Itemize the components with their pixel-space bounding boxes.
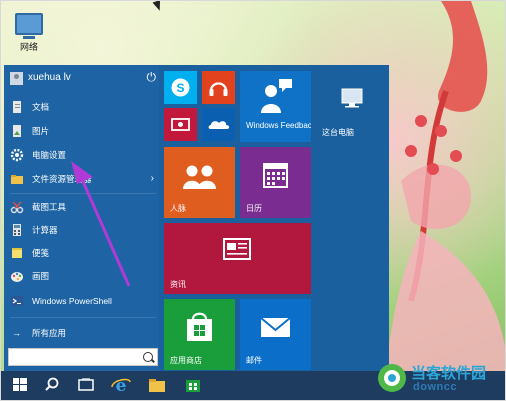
menu-item-calculator[interactable]: 计算器	[8, 220, 158, 240]
mail-tile[interactable]: 邮件	[240, 299, 311, 370]
folder-icon	[149, 379, 165, 392]
watermark-logo-icon	[378, 364, 406, 392]
task-view-button[interactable]	[73, 374, 99, 396]
search-box[interactable]	[8, 348, 158, 366]
user-avatar-icon	[10, 72, 23, 85]
mail-envelope-icon	[260, 317, 291, 337]
music-tile[interactable]	[202, 71, 235, 104]
store-taskbar-button[interactable]	[180, 374, 206, 396]
people-tile[interactable]: 人脉	[164, 147, 235, 218]
all-apps-label: 所有应用	[32, 328, 67, 338]
menu-divider	[10, 193, 156, 194]
power-icon[interactable]: ⏻	[147, 70, 157, 85]
menu-item-label: 计算器	[32, 225, 58, 235]
menu-item-label: 截图工具	[32, 202, 67, 212]
chevron-right-icon[interactable]: ›	[151, 169, 154, 189]
svg-text:S: S	[176, 81, 184, 95]
calendar-icon	[263, 163, 288, 188]
this-pc-label: 这台电脑	[322, 128, 354, 137]
user-account-row[interactable]: xuehua lv ⏻	[10, 69, 156, 89]
all-apps-button[interactable]: → 所有应用	[8, 323, 158, 343]
people-icon	[183, 165, 216, 189]
menu-item-label: 文档	[32, 102, 50, 112]
menu-item-label: 便笺	[32, 248, 50, 258]
computer-monitor-icon	[341, 88, 363, 108]
store-label: 应用商店	[170, 356, 202, 365]
store-bag-icon	[186, 380, 200, 392]
sticky-notes-icon	[12, 248, 22, 258]
news-icon	[223, 238, 251, 260]
watermark-url: downcc	[413, 381, 457, 393]
news-label: 资讯	[170, 280, 186, 289]
network-icon	[15, 13, 43, 35]
onedrive-cloud-icon	[208, 121, 230, 129]
menu-item-windows-powershell[interactable]: Windows PowerShell	[8, 291, 158, 311]
taskbar-search-button[interactable]	[39, 374, 65, 396]
menu-item-sticky-notes[interactable]: 便笺	[8, 243, 158, 263]
menu-item-file-explorer[interactable]: 文件资源管理器 ›	[8, 169, 158, 189]
snipping-tool-icon	[10, 201, 24, 214]
menu-item-pictures[interactable]: 图片	[8, 121, 158, 141]
menu-item-label: 画图	[32, 271, 50, 281]
onedrive-tile[interactable]	[202, 108, 235, 141]
search-icon	[45, 377, 59, 391]
network-desktop-icon[interactable]: 网络	[11, 13, 47, 53]
screenshot-frame: 网络 xuehua lv ⏻ 文档 图片 电脑设置 文件资源管理器 › 截图工具…	[0, 0, 506, 401]
file-explorer-taskbar-button[interactable]	[144, 374, 170, 396]
file-explorer-icon	[11, 175, 23, 184]
store-bag-icon	[187, 312, 212, 341]
internet-explorer-button[interactable]: e	[108, 374, 134, 396]
menu-item-paint[interactable]: 画图	[8, 266, 158, 286]
menu-item-snipping-tool[interactable]: 截图工具	[8, 197, 158, 217]
network-icon-label: 网络	[19, 42, 38, 52]
powershell-icon	[11, 296, 23, 306]
start-menu: xuehua lv ⏻ 文档 图片 电脑设置 文件资源管理器 › 截图工具 计算…	[4, 65, 389, 371]
menu-item-label: Windows PowerShell	[32, 296, 112, 306]
menu-item-label: 电脑设置	[32, 150, 67, 160]
internet-explorer-icon: e	[111, 376, 131, 396]
windows-start-button[interactable]	[7, 374, 33, 396]
menu-item-label: 图片	[32, 126, 50, 136]
menu-item-pc-settings[interactable]: 电脑设置	[8, 145, 158, 165]
windows-logo-icon	[13, 378, 27, 391]
start-menu-left-pane: xuehua lv ⏻ 文档 图片 电脑设置 文件资源管理器 › 截图工具 计算…	[4, 65, 159, 371]
store-tile[interactable]: 应用商店	[164, 299, 235, 370]
menu-item-label: 文件资源管理器	[32, 174, 92, 184]
skype-icon: S	[171, 78, 190, 97]
search-icon[interactable]	[143, 352, 153, 362]
watermark-brand: 当客软件园	[411, 365, 487, 382]
video-icon	[171, 118, 190, 131]
calendar-label: 日历	[246, 204, 262, 213]
calculator-icon	[13, 224, 21, 236]
video-tile[interactable]	[164, 108, 197, 141]
people-label: 人脉	[170, 204, 186, 213]
headphones-icon	[209, 82, 228, 96]
task-view-icon	[78, 378, 94, 391]
settings-gear-icon	[10, 148, 24, 162]
mail-label: 邮件	[246, 356, 262, 365]
site-watermark: 当客软件园 downcc	[375, 359, 505, 399]
skype-tile[interactable]: S	[164, 71, 197, 104]
calendar-tile[interactable]: 日历	[240, 147, 311, 218]
windows-feedback-label: Windows Feedback	[246, 121, 311, 130]
pictures-icon	[13, 125, 21, 137]
this-pc-tile[interactable]: 这台电脑	[316, 71, 387, 142]
document-icon	[13, 101, 21, 113]
feedback-person-icon	[261, 79, 292, 113]
network-icon-stand	[23, 36, 35, 39]
arrow-right-icon: →	[12, 328, 21, 338]
news-tile[interactable]: 资讯	[164, 223, 311, 294]
menu-item-documents[interactable]: 文档	[8, 97, 158, 117]
user-name: xuehua lv	[28, 72, 71, 83]
paint-icon	[11, 272, 23, 282]
menu-divider	[10, 317, 156, 318]
windows-feedback-tile[interactable]: Windows Feedback	[240, 71, 311, 142]
